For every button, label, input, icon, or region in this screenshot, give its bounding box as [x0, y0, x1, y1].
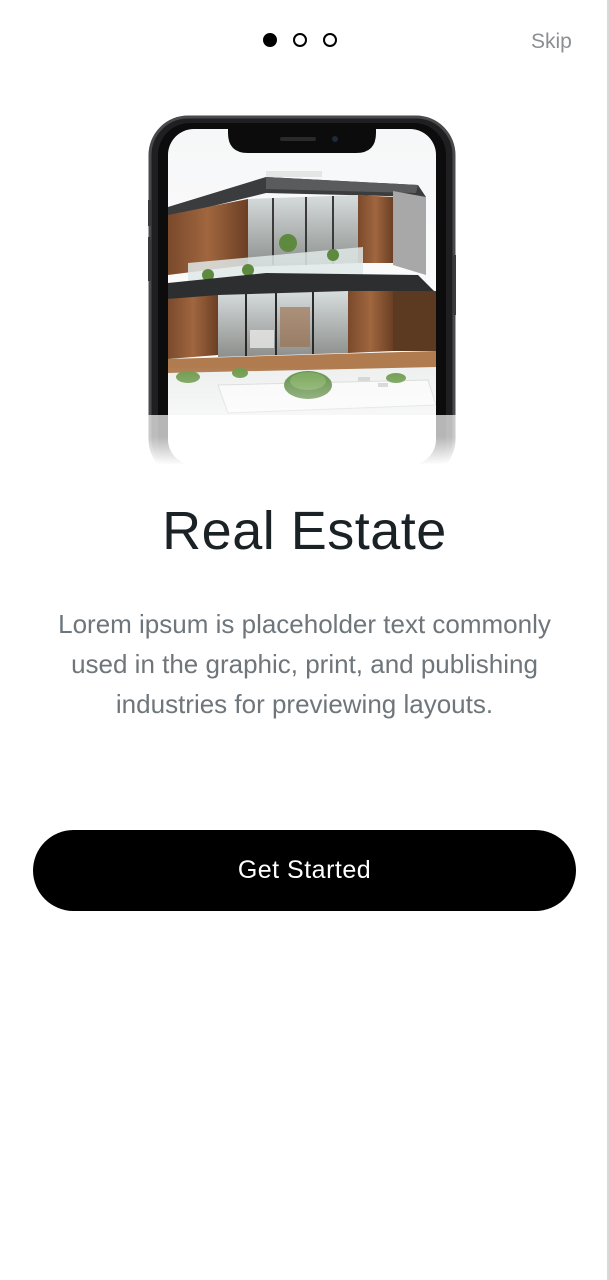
page-dot-2[interactable] — [293, 33, 307, 47]
page-title: Real Estate — [162, 501, 447, 561]
phone-house-illustration — [148, 115, 456, 465]
skip-button[interactable]: Skip — [531, 30, 572, 54]
hero-phone-mockup — [148, 115, 456, 465]
page-dot-3[interactable] — [323, 33, 337, 47]
onboarding-description: Lorem ipsum is placeholder text commonly… — [58, 609, 551, 719]
page-dot-1-active[interactable] — [263, 33, 277, 47]
page-indicator — [263, 33, 337, 47]
get-started-button[interactable]: Get Started — [33, 830, 576, 911]
